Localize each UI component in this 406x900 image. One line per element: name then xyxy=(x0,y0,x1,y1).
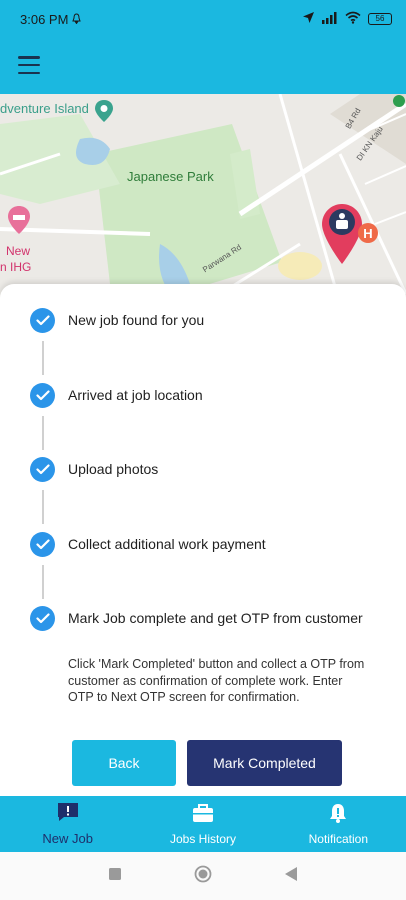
step-mark-complete: Mark Job complete and get OTP from custo… xyxy=(30,606,390,642)
step-upload-photos: Upload photos xyxy=(30,457,390,532)
green-marker-icon xyxy=(392,94,406,113)
status-time-group: 3:06 PM xyxy=(20,11,82,27)
step-connector xyxy=(42,415,44,450)
check-circle-icon xyxy=(30,382,55,408)
app-bar xyxy=(0,38,406,94)
back-button[interactable]: Back xyxy=(72,740,176,786)
step-label: New job found for you xyxy=(68,312,205,328)
step-arrived: Arrived at job location xyxy=(30,382,390,458)
step-connector xyxy=(42,341,44,375)
signal-icon xyxy=(322,11,338,27)
nav-jobs-history[interactable]: Jobs History xyxy=(135,796,270,852)
system-nav-bar xyxy=(0,852,406,900)
alert-message-icon xyxy=(57,802,79,827)
menu-icon[interactable] xyxy=(18,56,40,74)
nav-new-job[interactable]: New Job xyxy=(0,796,135,852)
map-place-new: New xyxy=(6,244,31,258)
progress-steps: New job found for you Arrived at job loc… xyxy=(30,308,390,642)
bottom-nav: New Job Jobs History Notification xyxy=(0,796,406,852)
wifi-icon xyxy=(345,11,361,27)
step-connector xyxy=(42,490,44,524)
step-new-job: New job found for you xyxy=(30,308,390,383)
briefcase-icon xyxy=(192,803,214,828)
recent-apps-icon[interactable] xyxy=(108,867,122,886)
check-circle-icon xyxy=(30,606,55,631)
status-bar: 3:06 PM 56 xyxy=(0,0,406,38)
check-circle-icon xyxy=(30,531,55,557)
job-location-pin-icon[interactable] xyxy=(322,204,362,269)
status-time: 3:06 PM xyxy=(20,11,69,27)
map-place-japanese-park: Japanese Park xyxy=(127,169,214,184)
hospital-icon: H xyxy=(357,222,379,251)
check-circle-icon xyxy=(30,457,55,482)
park-pin-icon xyxy=(95,100,113,127)
status-icons: 56 xyxy=(302,11,392,27)
location-arrow-icon xyxy=(302,11,315,27)
step-label: Collect additional work payment xyxy=(68,535,266,552)
step-collect-payment: Collect additional work payment xyxy=(30,531,390,607)
back-triangle-icon[interactable] xyxy=(284,866,298,887)
map-place-ihg: n IHG xyxy=(0,260,32,274)
map-view[interactable]: dventure Island Japanese Park New n IHG … xyxy=(0,94,406,304)
instruction-note: Click 'Mark Completed' button and collec… xyxy=(68,657,365,704)
nav-notification[interactable]: Notification xyxy=(271,796,406,852)
battery-icon: 56 xyxy=(368,13,392,25)
job-progress-sheet: New job found for you Arrived at job loc… xyxy=(0,284,406,796)
hotel-pin-icon xyxy=(8,206,30,239)
svg-text:H: H xyxy=(363,226,372,241)
nav-label: Jobs History xyxy=(169,831,236,846)
nav-label: New Job xyxy=(42,831,93,846)
notification-icon xyxy=(72,12,82,27)
mark-completed-button[interactable]: Mark Completed xyxy=(187,740,342,786)
step-connector xyxy=(42,564,44,599)
step-label: Upload photos xyxy=(68,461,159,477)
step-label: Mark Job complete and get OTP from custo… xyxy=(68,610,363,626)
step-label: Arrived at job location xyxy=(68,386,203,403)
map-place-adventure-island: dventure Island xyxy=(0,101,89,116)
home-icon[interactable] xyxy=(194,865,212,888)
nav-label: Notification xyxy=(308,831,368,846)
bell-alert-icon xyxy=(328,803,348,828)
check-circle-icon xyxy=(30,308,55,333)
